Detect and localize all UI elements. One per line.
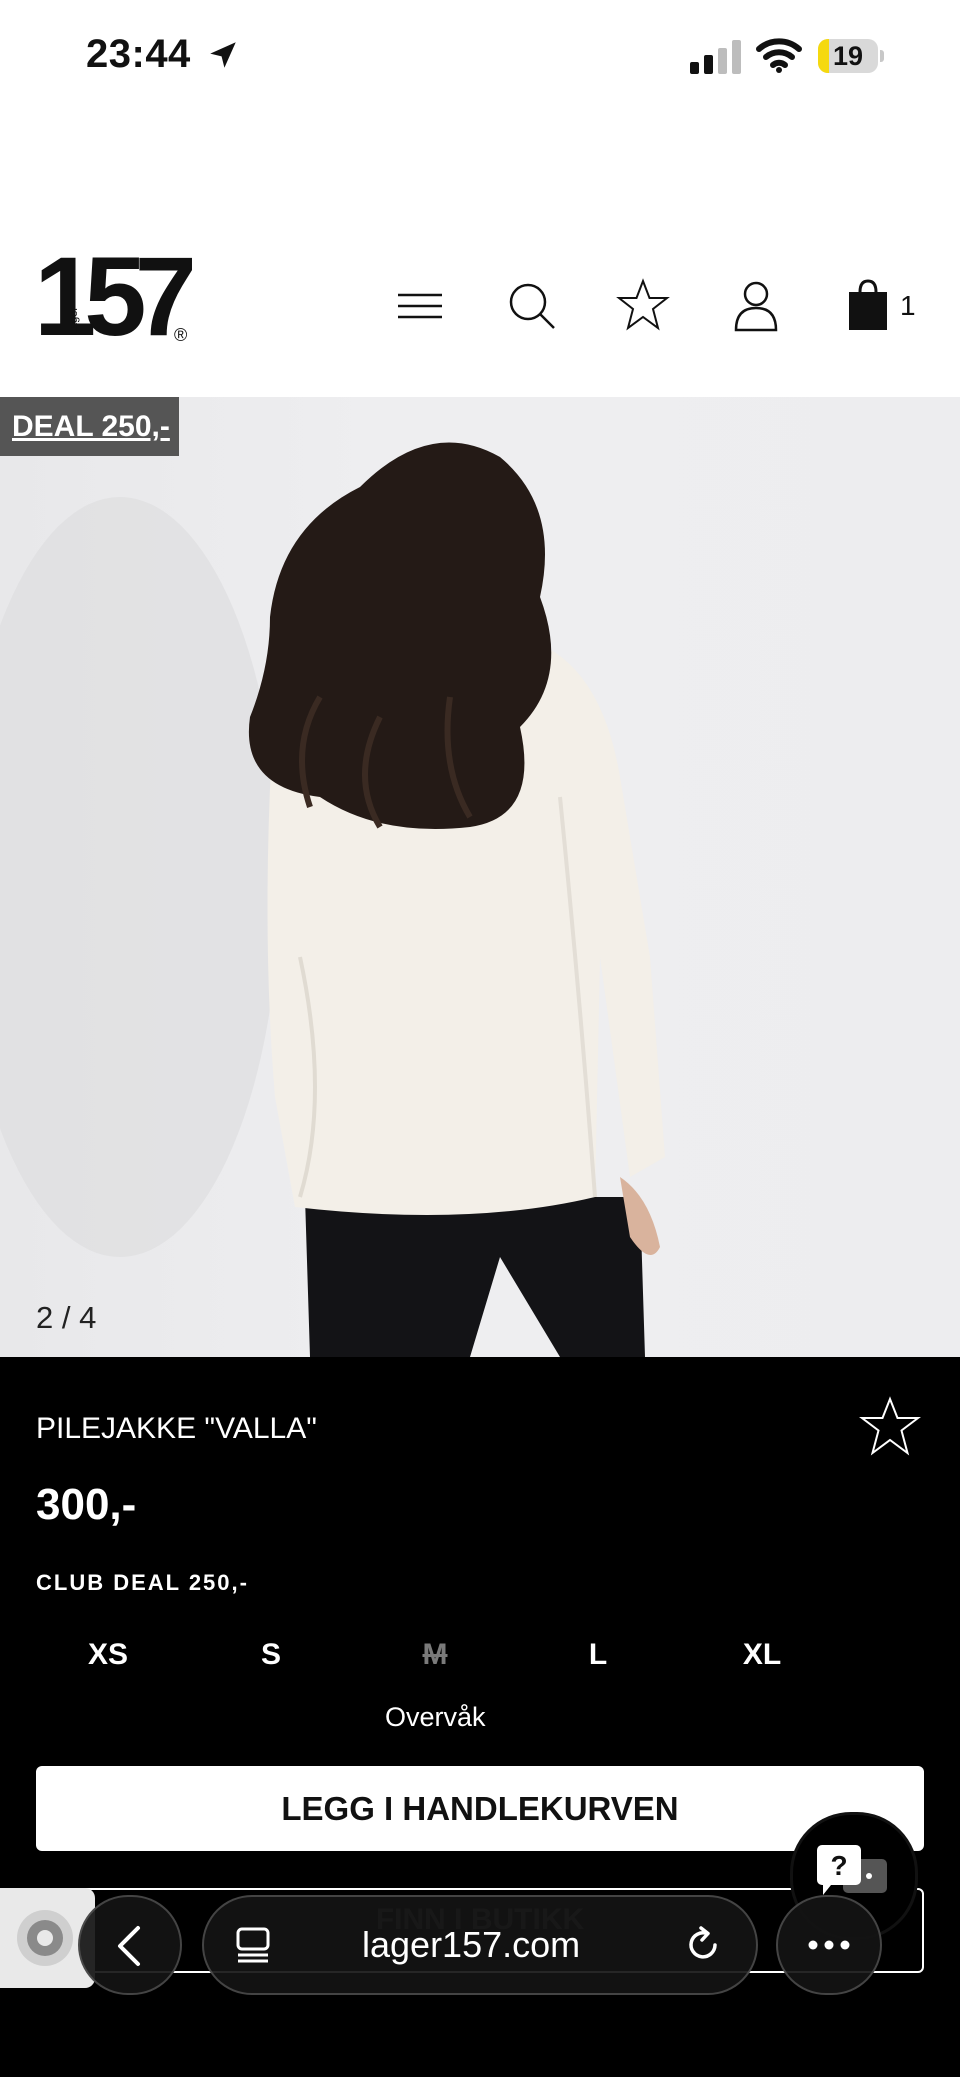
product-price: 300,-	[36, 1480, 137, 1529]
back-arrow-icon[interactable]	[108, 1922, 152, 1970]
reader-tab-icon[interactable]	[234, 1925, 274, 1965]
size-option-xl[interactable]: XL	[722, 1638, 802, 1672]
cart-count: 1	[900, 290, 916, 321]
bag-icon[interactable]	[840, 278, 896, 334]
bottom-strip	[0, 2057, 960, 2077]
wifi-icon	[756, 38, 802, 73]
size-option-m[interactable]: M	[395, 1638, 475, 1672]
size-option-s[interactable]: S	[231, 1638, 311, 1672]
reload-icon[interactable]	[681, 1923, 725, 1967]
image-counter: 2 / 4	[36, 1300, 97, 1335]
more-dots-icon[interactable]	[804, 1930, 854, 1960]
product-image[interactable]	[0, 397, 960, 1357]
deal-badge[interactable]: DEAL 250,-	[0, 397, 179, 456]
search-icon[interactable]	[504, 278, 560, 334]
status-bar: 23:44 19	[0, 0, 960, 120]
add-to-cart-button[interactable]: LEGG I HANDLEKURVEN	[36, 1766, 924, 1851]
help-symbol: ?	[830, 1850, 847, 1881]
size-option-l[interactable]: L	[558, 1638, 638, 1672]
watch-size-link[interactable]: Overvåk	[385, 1702, 486, 1733]
product-title: PILEJAKKE "VALLA"	[36, 1412, 317, 1445]
club-deal-price: CLUB DEAL 250,-	[36, 1570, 249, 1595]
site-logo[interactable]: 157 Lager ®	[34, 241, 197, 355]
location-arrow-icon	[210, 42, 236, 68]
url-text[interactable]: lager157.com	[362, 1924, 580, 1966]
logo-number: 157	[34, 234, 197, 359]
menu-icon[interactable]	[392, 278, 448, 334]
logo-registered-mark: ®	[174, 325, 188, 345]
size-option-xs[interactable]: XS	[68, 1638, 148, 1672]
logo-small-text: Lager	[68, 306, 81, 336]
status-time: 23:44	[86, 32, 191, 76]
favorite-star-icon[interactable]	[858, 1395, 922, 1459]
battery-indicator: 19	[818, 39, 884, 73]
star-icon[interactable]	[615, 278, 671, 334]
battery-level: 19	[832, 41, 864, 71]
cellular-signal-icon	[690, 40, 741, 74]
user-icon[interactable]	[728, 278, 784, 334]
product-photo-illustration	[0, 442, 665, 1357]
